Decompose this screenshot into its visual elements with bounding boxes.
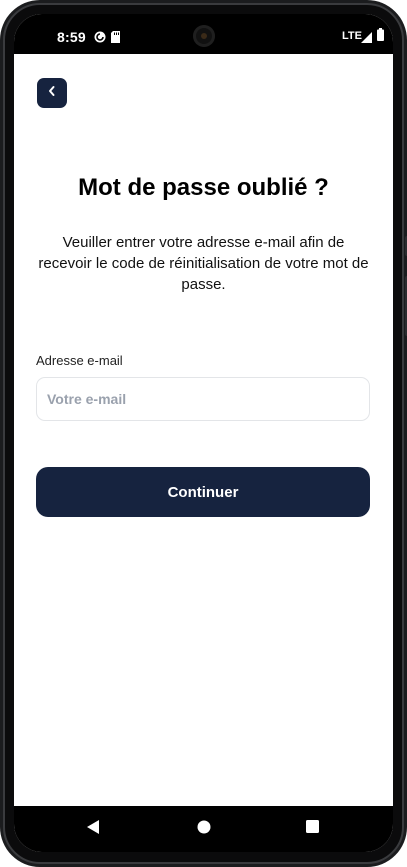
status-bar: 8:59 LTE — [14, 14, 393, 54]
nav-recents-button[interactable] — [302, 819, 322, 839]
page-title: Mot de passe oublié ? — [78, 174, 329, 201]
recents-square-icon — [305, 820, 319, 838]
email-label: Adresse e-mail — [36, 353, 123, 368]
home-circle-icon — [197, 820, 211, 839]
status-time: 8:59 — [57, 29, 86, 45]
page-description: Veuiller entrer votre adresse e-mail afi… — [38, 234, 369, 293]
email-field[interactable] — [36, 377, 370, 421]
navigation-bar — [14, 806, 393, 852]
device-frame: 8:59 LTE Mot de passe oublié ? Veuiller … — [0, 0, 407, 867]
continue-button-label: Continuer — [167, 483, 239, 501]
pocket-casts-icon — [94, 30, 106, 48]
back-button[interactable] — [37, 78, 67, 108]
chevron-left-icon — [47, 84, 57, 102]
camera-icon — [193, 25, 215, 47]
screen: 8:59 LTE Mot de passe oublié ? Veuiller … — [14, 14, 393, 852]
nav-back-button[interactable] — [83, 819, 103, 839]
battery-icon — [377, 28, 384, 46]
signal-icon — [361, 30, 372, 48]
network-type: LTE — [342, 30, 362, 42]
continue-button[interactable]: Continuer — [36, 467, 370, 517]
nav-home-button[interactable] — [194, 819, 214, 839]
sd-card-icon — [111, 30, 121, 48]
back-triangle-icon — [86, 819, 100, 840]
